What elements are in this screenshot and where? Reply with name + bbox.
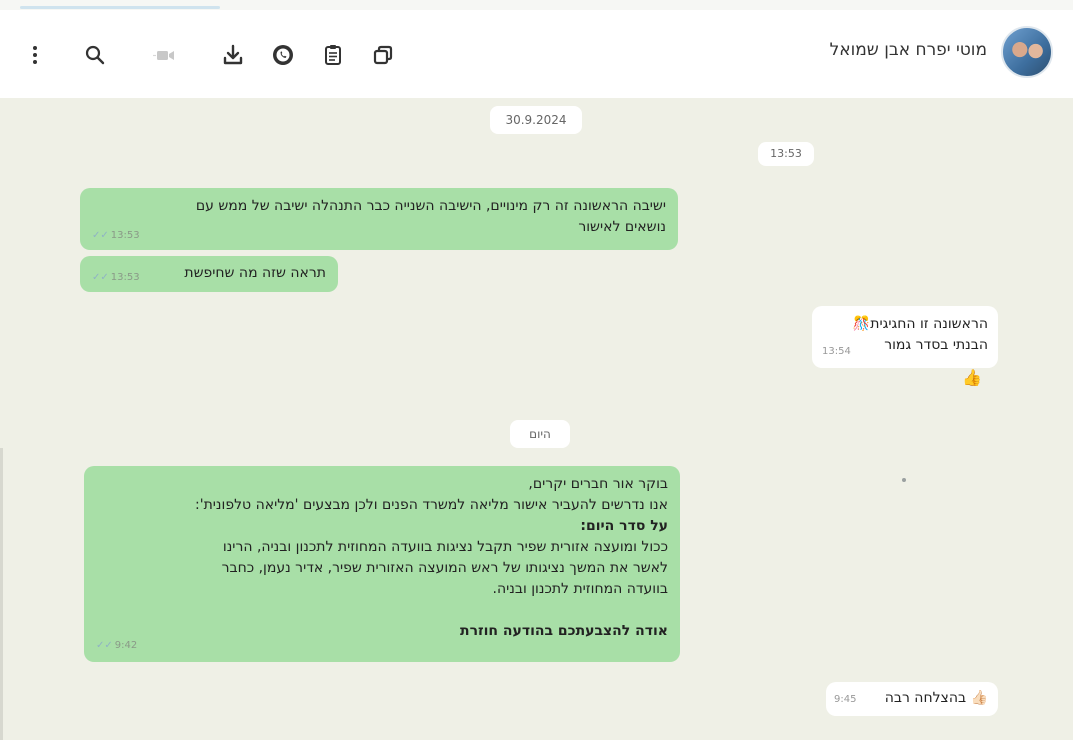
scroll-edge [0,448,3,740]
chat-area[interactable]: 30.9.2024 13:53 ישיבה הראשונה זה רק מינו… [0,98,1073,740]
contact-name[interactable]: מוטי יפרח אבן שמואל [830,40,987,60]
message-time: ✓✓ 13:53 [92,230,140,241]
message-time: 13:54 [822,346,851,357]
cursor-dot [902,478,906,482]
loading-bar [20,6,220,9]
message-line-closing: אודה להצבעתכם בהודעה חוזרת [460,623,668,639]
message-line: בוקר אור חברים יקרים, [528,476,668,492]
download-icon[interactable] [220,42,246,68]
message-line: לאשר את המשך נציגותו של ראש המועצה האזור… [221,560,668,576]
message-line: ככול ומועצה אזורית שפיר תקבל נציגות בווע… [222,539,668,555]
chat-header: מוטי יפרח אבן שמואל [0,10,1073,98]
message-bubble-incoming[interactable]: 👍🏻 בהצלחה רבה 9:45 [826,682,998,716]
message-line: 👍🏻 בהצלחה רבה [884,690,988,706]
message-bubble-outgoing[interactable]: ישיבה הראשונה זה רק מינויים, הישיבה השני… [80,188,678,250]
avatar[interactable] [1001,26,1053,78]
double-check-icon: ✓✓ [96,640,113,651]
message-time: 9:45 [834,694,857,705]
message-time: ✓✓ 9:42 [96,640,138,651]
reaction-thumbs-up-icon[interactable]: 👍 [962,368,986,392]
message-bubble-incoming[interactable]: הראשונה זו החגיגית🎊 הבנתי בסדר גמור 13:5… [812,306,998,368]
message-line: נושאים לאישור [578,219,666,235]
double-check-icon: ✓✓ [92,272,109,283]
time-chip: 13:53 [758,142,814,166]
more-vertical-icon[interactable] [22,42,48,68]
message-line: אנו נדרשים להעביר אישור מליאה למשרד הפני… [195,497,668,513]
message-bubble-outgoing[interactable]: תראה שזה מה שחיפשת ✓✓ 13:53 [80,256,338,292]
top-strip [0,0,1073,10]
message-line: בוועדה המחוזית לתכנון ובניה. [492,581,668,597]
message-line: הראשונה זו החגיגית🎊 [852,316,988,332]
message-time: ✓✓ 13:53 [92,272,140,283]
clipboard-icon[interactable] [320,42,346,68]
double-check-icon: ✓✓ [92,230,109,241]
date-chip: היום [510,420,570,448]
whatsapp-icon[interactable] [270,42,296,68]
message-line-agenda: על סדר היום: [580,518,668,534]
date-chip: 30.9.2024 [490,106,582,134]
copy-icon[interactable] [370,42,396,68]
video-call-icon[interactable] [152,42,178,68]
search-icon[interactable] [82,42,108,68]
message-line: ישיבה הראשונה זה רק מינויים, הישיבה השני… [195,198,666,214]
message-bubble-outgoing[interactable]: בוקר אור חברים יקרים, אנו נדרשים להעביר … [84,466,680,662]
